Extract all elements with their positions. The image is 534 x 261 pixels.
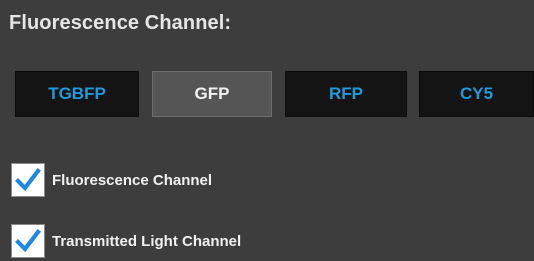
transmitted-light-channel-toggle[interactable]: Transmitted Light Channel <box>11 224 241 258</box>
channel-button-tgbfp[interactable]: TGBFP <box>15 71 139 117</box>
channel-button-rfp[interactable]: RFP <box>285 71 407 117</box>
fluorescence-channel-label: Fluorescence Channel <box>52 171 213 189</box>
transmitted-light-channel-label: Transmitted Light Channel <box>52 232 242 250</box>
channel-button-gfp[interactable]: GFP <box>152 71 272 117</box>
checkmark-icon <box>15 229 41 253</box>
channel-button-cy5[interactable]: CY5 <box>419 71 534 117</box>
section-title: Fluorescence Channel: <box>9 12 232 34</box>
fluorescence-channel-checkbox[interactable] <box>11 163 45 197</box>
transmitted-light-channel-checkbox[interactable] <box>11 224 45 258</box>
checkmark-icon <box>15 168 41 192</box>
fluorescence-channel-toggle[interactable]: Fluorescence Channel <box>11 163 212 197</box>
